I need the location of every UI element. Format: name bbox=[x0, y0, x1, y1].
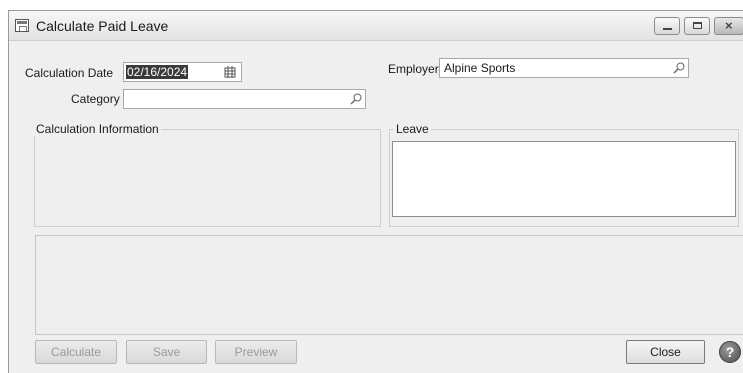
minimize-button[interactable] bbox=[654, 17, 680, 35]
calculation-date-label: Calculation Date bbox=[25, 66, 114, 80]
maximize-icon bbox=[693, 22, 702, 29]
results-panel bbox=[35, 235, 743, 335]
save-button[interactable]: Save bbox=[126, 340, 207, 364]
category-field[interactable] bbox=[123, 89, 366, 109]
calculate-paid-leave-window: Calculate Paid Leave × Calculation Date … bbox=[8, 10, 743, 373]
employer-field[interactable]: Alpine Sports bbox=[439, 58, 689, 78]
preview-button[interactable]: Preview bbox=[215, 340, 297, 364]
calculate-button[interactable]: Calculate bbox=[35, 340, 117, 364]
leave-group: Leave bbox=[389, 122, 739, 227]
minimize-icon bbox=[663, 28, 672, 30]
category-label: Category bbox=[71, 92, 120, 106]
employer-value: Alpine Sports bbox=[444, 61, 516, 75]
calculation-date-field[interactable]: 02/16/2024 bbox=[123, 62, 242, 82]
title-bar[interactable]: Calculate Paid Leave × bbox=[9, 11, 743, 41]
window-title: Calculate Paid Leave bbox=[36, 18, 169, 34]
calculation-date-value: 02/16/2024 bbox=[126, 65, 189, 79]
calculation-information-title: Calculation Information bbox=[34, 122, 161, 136]
leave-title: Leave bbox=[394, 122, 431, 136]
search-icon[interactable] bbox=[350, 93, 362, 105]
help-icon[interactable]: ? bbox=[719, 341, 741, 363]
leave-list[interactable] bbox=[392, 141, 736, 217]
close-icon: × bbox=[725, 18, 733, 33]
calendar-icon[interactable] bbox=[224, 66, 236, 78]
close-button[interactable]: Close bbox=[626, 340, 705, 364]
app-icon bbox=[15, 19, 29, 32]
calculation-information-group: Calculation Information bbox=[34, 122, 381, 227]
maximize-button[interactable] bbox=[684, 17, 710, 35]
window-close-button[interactable]: × bbox=[714, 17, 743, 35]
employer-label: Employer bbox=[388, 62, 439, 76]
search-icon[interactable] bbox=[673, 62, 685, 74]
